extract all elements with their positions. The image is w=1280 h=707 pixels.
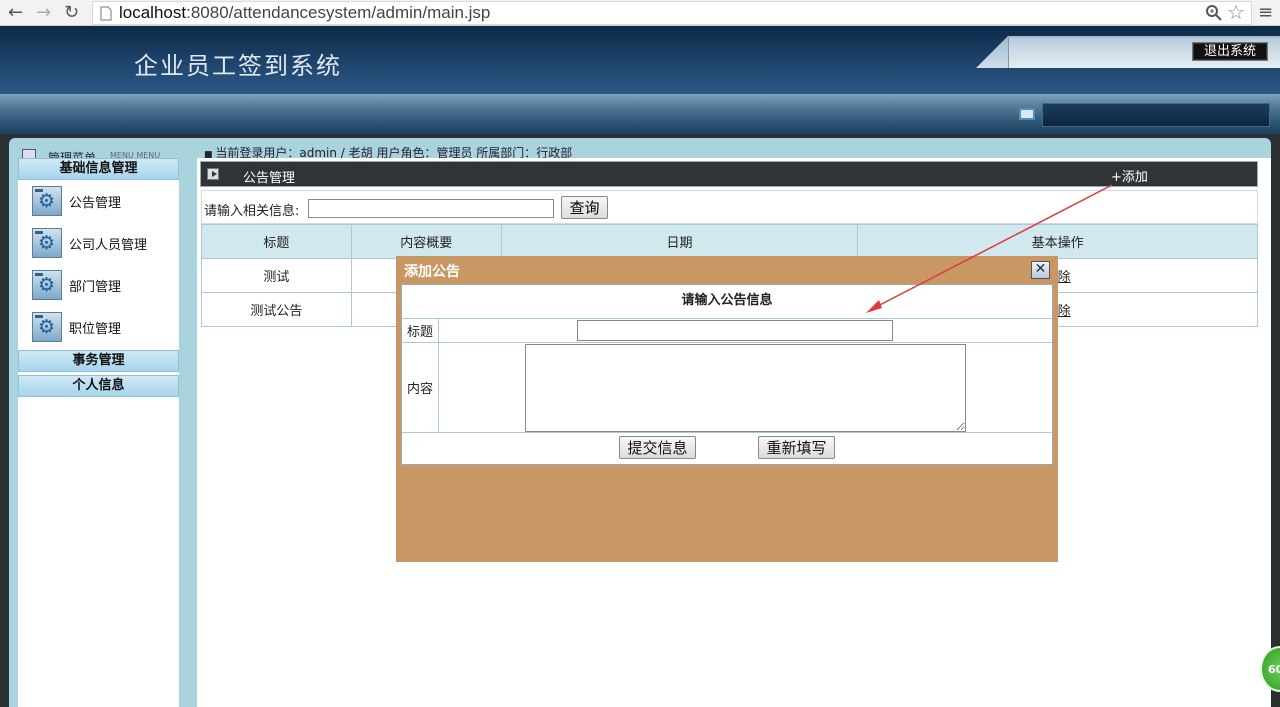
annotation-arrow — [866, 184, 1113, 313]
arrow-line — [871, 184, 1113, 310]
arrow-head — [866, 300, 882, 313]
